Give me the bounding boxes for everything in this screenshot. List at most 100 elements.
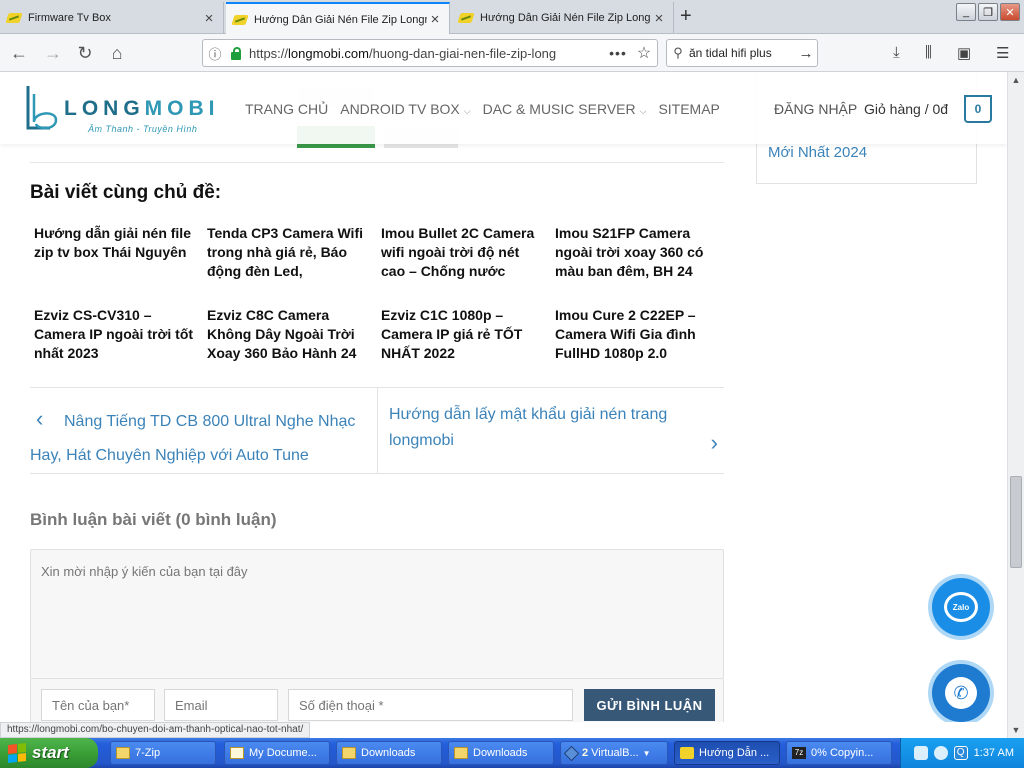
divider (377, 388, 378, 474)
post-navigation: ‹ Nâng Tiếng TD CB 800 Ultral Nghe Nhạc H… (30, 388, 724, 474)
close-tab-icon[interactable]: × (651, 10, 667, 27)
comment-textarea[interactable] (30, 549, 724, 679)
tab-firmware-tv-box[interactable]: Firmware Tv Box × (0, 2, 224, 34)
search-box[interactable]: ⚲ ăn tidal hifi plus → (666, 39, 818, 67)
taskbar-item-downloads-2[interactable]: Downloads (448, 741, 554, 765)
scroll-up-arrow-icon[interactable]: ▲ (1008, 72, 1024, 88)
taskbar-item-7zip-copying[interactable]: 7z 0% Copyin... (786, 741, 892, 765)
page-actions-icon[interactable]: ••• (605, 45, 631, 61)
bookmark-star-icon[interactable]: ☆ (631, 43, 657, 63)
close-tab-icon[interactable]: × (201, 10, 217, 27)
nav-trang-chu[interactable]: TRANG CHỦ (245, 101, 328, 117)
chevron-down-icon: ▼ (642, 748, 651, 758)
taskbar-item-firefox[interactable]: Hướng Dẫn ... (674, 741, 780, 765)
tray-app-icon[interactable]: Q (953, 746, 968, 760)
site-favicon-icon (458, 11, 474, 25)
virtualbox-icon (563, 745, 580, 761)
related-post-link[interactable]: Hướng dẫn giải nén file zip tv box Thái … (34, 224, 200, 262)
search-query[interactable]: ăn tidal hifi plus (689, 46, 795, 60)
site-favicon-icon (232, 13, 248, 27)
library-icon[interactable]: ⫼ (925, 44, 932, 61)
name-input[interactable] (41, 689, 155, 721)
taskbar-item-7zip[interactable]: 7-Zip (110, 741, 216, 765)
longmobi-logo[interactable]: LONGMOBI Âm Thanh - Truyền Hình (22, 84, 215, 134)
nav-android-tv-box[interactable]: ANDROID TV BOX ⌵ (340, 101, 470, 117)
related-post-link[interactable]: Imou S21FP Camera ngoài trời xoay 360 có… (555, 224, 721, 281)
divider (30, 162, 724, 163)
home-icon[interactable]: ⌂ (104, 40, 130, 66)
chevron-down-icon: ⌵ (463, 106, 471, 116)
longmobi-logo-mark-icon (26, 86, 58, 130)
nav-sitemap[interactable]: SITEMAP (658, 101, 719, 117)
zalo-icon: Zalo (944, 592, 978, 622)
folder-icon (116, 747, 130, 759)
chevron-right-icon: › (710, 430, 718, 455)
address-bar[interactable]: ⓘ https://longmobi.com/huong-dan-giai-ne… (202, 39, 658, 67)
chevron-down-icon: ⌵ (639, 106, 647, 116)
close-window-icon[interactable]: ✕ (1000, 3, 1020, 21)
system-tray: Q 1:37 AM (900, 738, 1024, 768)
network-icon[interactable] (913, 746, 928, 760)
tab-huong-dan-2[interactable]: Hướng Dẫn Giải Nén File Zip Longmobi × (452, 2, 674, 34)
related-post-link[interactable]: Ezviz C1C 1080p – Camera IP giá rẻ TỐT N… (381, 306, 547, 363)
windows-taskbar: start 7-Zip My Docume... Downloads Downl… (0, 738, 1024, 768)
previous-post-link[interactable]: ‹ Nâng Tiếng TD CB 800 Ultral Nghe Nhạc H… (30, 402, 376, 473)
phone-input[interactable] (288, 689, 573, 721)
taskbar-item-downloads[interactable]: Downloads (336, 741, 442, 765)
related-post-link[interactable]: Ezviz C8C Camera Không Dây Ngoài Trời Xo… (207, 306, 373, 363)
chevron-left-icon: ‹ (36, 406, 44, 431)
sidebar-toggle-icon[interactable]: ▣ (957, 44, 971, 62)
cart-link[interactable]: Giỏ hàng / 0đ (864, 101, 948, 117)
related-post-link[interactable]: Ezviz CS-CV310 – Camera IP ngoài trời tố… (34, 306, 200, 363)
tab-title: Hướng Dẫn Giải Nén File Zip Longmobi (254, 13, 427, 26)
close-tab-icon[interactable]: × (427, 11, 443, 28)
tab-huong-dan-active[interactable]: Hướng Dẫn Giải Nén File Zip Longmobi × (226, 2, 450, 35)
7zip-icon: 7z (792, 747, 806, 759)
scroll-down-arrow-icon[interactable]: ▼ (1008, 722, 1024, 738)
taskbar-item-virtualbox[interactable]: 2 VirtualB... ▼ (560, 741, 668, 765)
related-post-link[interactable]: Imou Bullet 2C Camera wifi ngoài trời độ… (381, 224, 547, 281)
back-arrow-icon[interactable]: ← (6, 40, 32, 66)
reload-icon[interactable]: ↻ (72, 40, 98, 66)
downloads-icon[interactable]: ⤓ (893, 44, 900, 61)
comment-form-row: GỬI BÌNH LUẬN (30, 679, 724, 722)
login-link[interactable]: ĐĂNG NHẬP (774, 101, 857, 117)
tray-arrow-icon[interactable] (933, 746, 948, 760)
page-info-icon[interactable]: ⓘ (203, 44, 227, 63)
new-tab-plus-icon[interactable]: + (680, 5, 692, 28)
start-button[interactable]: start (0, 738, 98, 768)
forward-arrow-icon[interactable]: → (40, 40, 66, 66)
next-post-link[interactable]: Hướng dẫn lấy mật khẩu giải nén trang lo… (389, 402, 724, 455)
taskbar-item-my-documents[interactable]: My Docume... (224, 741, 330, 765)
site-favicon-icon (6, 11, 22, 25)
windows-logo-icon (8, 743, 26, 763)
page-scrollbar[interactable]: ▲ ▼ (1007, 72, 1024, 738)
related-post-link[interactable]: Imou Cure 2 C22EP – Camera Wifi Gia đình… (555, 306, 721, 363)
scrollbar-thumb[interactable] (1010, 476, 1022, 568)
related-post-link[interactable]: Tenda CP3 Camera Wifi trong nhà giá rẻ, … (207, 224, 373, 281)
email-input[interactable] (164, 689, 278, 721)
minimize-window-icon[interactable]: _ (956, 3, 976, 21)
sidebar-post-link[interactable]: Mới Nhất 2024 (768, 144, 867, 161)
related-posts-title: Bài viết cùng chủ đề: (30, 182, 222, 203)
call-button[interactable]: ✆ (932, 664, 990, 722)
nav-dac-music-server[interactable]: DAC & MUSIC SERVER ⌵ (483, 101, 647, 117)
restore-window-icon[interactable]: ❐ (978, 3, 998, 21)
secure-lock-icon (229, 47, 243, 60)
clock[interactable]: 1:37 AM (974, 747, 1014, 759)
search-go-arrow-icon[interactable]: → (795, 45, 817, 62)
url-text[interactable]: https://longmobi.com/huong-dan-giai-nen-… (249, 46, 605, 61)
phone-icon: ✆ (945, 677, 977, 709)
site-header: LONGMOBI Âm Thanh - Truyền Hình TRANG CH… (0, 72, 1007, 144)
logo-tagline: Âm Thanh - Truyền Hình (88, 124, 198, 134)
main-navigation: TRANG CHỦ ANDROID TV BOX ⌵ DAC & MUSIC SE… (245, 101, 732, 117)
status-bar-url: https://longmobi.com/bo-chuyen-doi-am-th… (0, 722, 311, 738)
menu-hamburger-icon[interactable]: ☰ (996, 44, 1009, 62)
tab-title: Hướng Dẫn Giải Nén File Zip Longmobi (480, 12, 651, 24)
browser-nav-bar: ← → ↻ ⌂ ⓘ https://longmobi.com/huong-dan… (0, 34, 1024, 72)
zalo-chat-button[interactable]: Zalo (932, 578, 990, 636)
cart-count-badge[interactable]: 0 (964, 95, 992, 123)
browser-tab-bar: Firmware Tv Box × Hướng Dẫn Giải Nén Fil… (0, 0, 1024, 35)
folder-icon (454, 747, 468, 759)
submit-comment-button[interactable]: GỬI BÌNH LUẬN (584, 689, 715, 721)
